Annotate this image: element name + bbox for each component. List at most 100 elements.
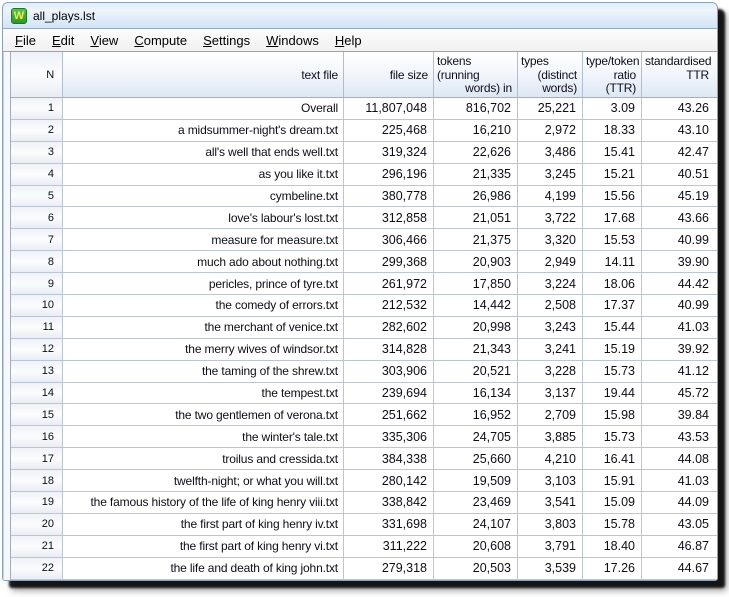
text-file-cell[interactable]: the taming of the shrew.txt (63, 361, 344, 382)
text-file-cell[interactable]: all's well that ends well.txt (63, 142, 344, 163)
ttr-cell[interactable]: 15.09 (583, 492, 642, 513)
table-row[interactable]: 9pericles, prince of tyre.txt261,97217,8… (11, 273, 717, 295)
row-number-cell[interactable]: 19 (11, 492, 63, 513)
text-file-cell[interactable]: as you like it.txt (63, 164, 344, 185)
sttr-cell[interactable]: 39.92 (642, 339, 717, 360)
file-size-cell[interactable]: 225,468 (344, 120, 434, 141)
ttr-cell[interactable]: 14.11 (583, 251, 642, 272)
row-number-cell[interactable]: 4 (11, 164, 63, 185)
types-cell[interactable]: 3,791 (518, 536, 583, 557)
types-cell[interactable]: 3,722 (518, 207, 583, 228)
ttr-cell[interactable]: 18.06 (583, 273, 642, 294)
wordsmith-app-icon[interactable]: W (11, 8, 27, 24)
sttr-cell[interactable]: 42.47 (642, 142, 717, 163)
text-file-cell[interactable]: love's labour's lost.txt (63, 207, 344, 228)
types-cell[interactable]: 3,803 (518, 514, 583, 535)
row-number-cell[interactable]: 2 (11, 120, 63, 141)
row-number-cell[interactable]: 16 (11, 426, 63, 447)
table-row[interactable]: 7measure for measure.txt306,46621,3753,3… (11, 229, 717, 251)
tokens-cell[interactable]: 21,343 (434, 339, 518, 360)
row-number-cell[interactable]: 6 (11, 207, 63, 228)
sttr-cell[interactable]: 40.51 (642, 164, 717, 185)
text-file-cell[interactable]: troilus and cressida.txt (63, 448, 344, 469)
file-size-cell[interactable]: 384,338 (344, 448, 434, 469)
text-file-cell[interactable]: pericles, prince of tyre.txt (63, 273, 344, 294)
sttr-cell[interactable]: 46.87 (642, 536, 717, 557)
table-row[interactable]: 4as you like it.txt296,19621,3353,24515.… (11, 164, 717, 186)
tokens-cell[interactable]: 24,705 (434, 426, 518, 447)
types-cell[interactable]: 3,137 (518, 383, 583, 404)
file-size-cell[interactable]: 279,318 (344, 558, 434, 579)
file-size-cell[interactable]: 261,972 (344, 273, 434, 294)
types-cell[interactable]: 3,486 (518, 142, 583, 163)
tokens-cell[interactable]: 24,107 (434, 514, 518, 535)
types-cell[interactable]: 2,949 (518, 251, 583, 272)
table-row[interactable]: 2a midsummer-night's dream.txt225,46816,… (11, 120, 717, 142)
table-row[interactable]: 6love's labour's lost.txt312,85821,0513,… (11, 207, 717, 229)
sttr-cell[interactable]: 44.09 (642, 492, 717, 513)
table-row[interactable]: 19the famous history of the life of king… (11, 492, 717, 514)
row-number-cell[interactable]: 13 (11, 361, 63, 382)
tokens-cell[interactable]: 21,335 (434, 164, 518, 185)
text-file-cell[interactable]: Overall (63, 98, 344, 119)
tokens-cell[interactable]: 20,503 (434, 558, 518, 579)
text-file-cell[interactable]: the winter's tale.txt (63, 426, 344, 447)
file-size-cell[interactable]: 314,828 (344, 339, 434, 360)
file-size-cell[interactable]: 282,602 (344, 317, 434, 338)
menu-item-windows[interactable]: Windows (258, 30, 327, 51)
types-cell[interactable]: 3,241 (518, 339, 583, 360)
types-cell[interactable]: 2,508 (518, 295, 583, 316)
file-size-cell[interactable]: 319,324 (344, 142, 434, 163)
sttr-cell[interactable]: 43.05 (642, 514, 717, 535)
row-number-cell[interactable]: 9 (11, 273, 63, 294)
file-size-cell[interactable]: 212,532 (344, 295, 434, 316)
file-size-cell[interactable]: 303,906 (344, 361, 434, 382)
ttr-cell[interactable]: 15.73 (583, 361, 642, 382)
text-file-cell[interactable]: the life and death of king john.txt (63, 558, 344, 579)
file-size-cell[interactable]: 331,698 (344, 514, 434, 535)
file-size-cell[interactable]: 296,196 (344, 164, 434, 185)
menu-item-edit[interactable]: Edit (44, 30, 82, 51)
tokens-cell[interactable]: 25,660 (434, 448, 518, 469)
ttr-cell[interactable]: 15.44 (583, 317, 642, 338)
file-size-cell[interactable]: 299,368 (344, 251, 434, 272)
text-file-cell[interactable]: the first part of king henry iv.txt (63, 514, 344, 535)
column-header-ttr[interactable]: type/tokenratio(TTR) (583, 52, 642, 98)
ttr-cell[interactable]: 15.41 (583, 142, 642, 163)
table-row[interactable]: 8much ado about nothing.txt299,36820,903… (11, 251, 717, 273)
menu-item-help[interactable]: Help (327, 30, 370, 51)
tokens-cell[interactable]: 816,702 (434, 98, 518, 119)
sttr-cell[interactable]: 41.03 (642, 317, 717, 338)
row-number-cell[interactable]: 11 (11, 317, 63, 338)
sttr-cell[interactable]: 41.03 (642, 470, 717, 491)
types-cell[interactable]: 4,199 (518, 186, 583, 207)
table-row[interactable]: 11the merchant of venice.txt282,60220,99… (11, 317, 717, 339)
row-number-cell[interactable]: 15 (11, 404, 63, 425)
tokens-cell[interactable]: 21,051 (434, 207, 518, 228)
ttr-cell[interactable]: 15.78 (583, 514, 642, 535)
text-file-cell[interactable]: the comedy of errors.txt (63, 295, 344, 316)
text-file-cell[interactable]: much ado about nothing.txt (63, 251, 344, 272)
types-cell[interactable]: 3,224 (518, 273, 583, 294)
row-number-cell[interactable]: 17 (11, 448, 63, 469)
ttr-cell[interactable]: 3.09 (583, 98, 642, 119)
sttr-cell[interactable]: 41.12 (642, 361, 717, 382)
text-file-cell[interactable]: twelfth-night; or what you will.txt (63, 470, 344, 491)
sttr-cell[interactable]: 43.53 (642, 426, 717, 447)
tokens-cell[interactable]: 17,850 (434, 273, 518, 294)
sttr-cell[interactable]: 43.26 (642, 98, 717, 119)
types-cell[interactable]: 4,210 (518, 448, 583, 469)
row-number-cell[interactable]: 5 (11, 186, 63, 207)
ttr-cell[interactable]: 15.98 (583, 404, 642, 425)
file-size-cell[interactable]: 338,842 (344, 492, 434, 513)
title-bar[interactable]: W all_plays.lst (3, 3, 717, 29)
types-cell[interactable]: 3,885 (518, 426, 583, 447)
text-file-cell[interactable]: the first part of king henry vi.txt (63, 536, 344, 557)
sttr-cell[interactable]: 40.99 (642, 295, 717, 316)
row-number-cell[interactable]: 21 (11, 536, 63, 557)
types-cell[interactable]: 3,228 (518, 361, 583, 382)
table-row[interactable]: 14the tempest.txt239,69416,1343,13719.44… (11, 383, 717, 405)
ttr-cell[interactable]: 19.44 (583, 383, 642, 404)
types-cell[interactable]: 25,221 (518, 98, 583, 119)
tokens-cell[interactable]: 23,469 (434, 492, 518, 513)
